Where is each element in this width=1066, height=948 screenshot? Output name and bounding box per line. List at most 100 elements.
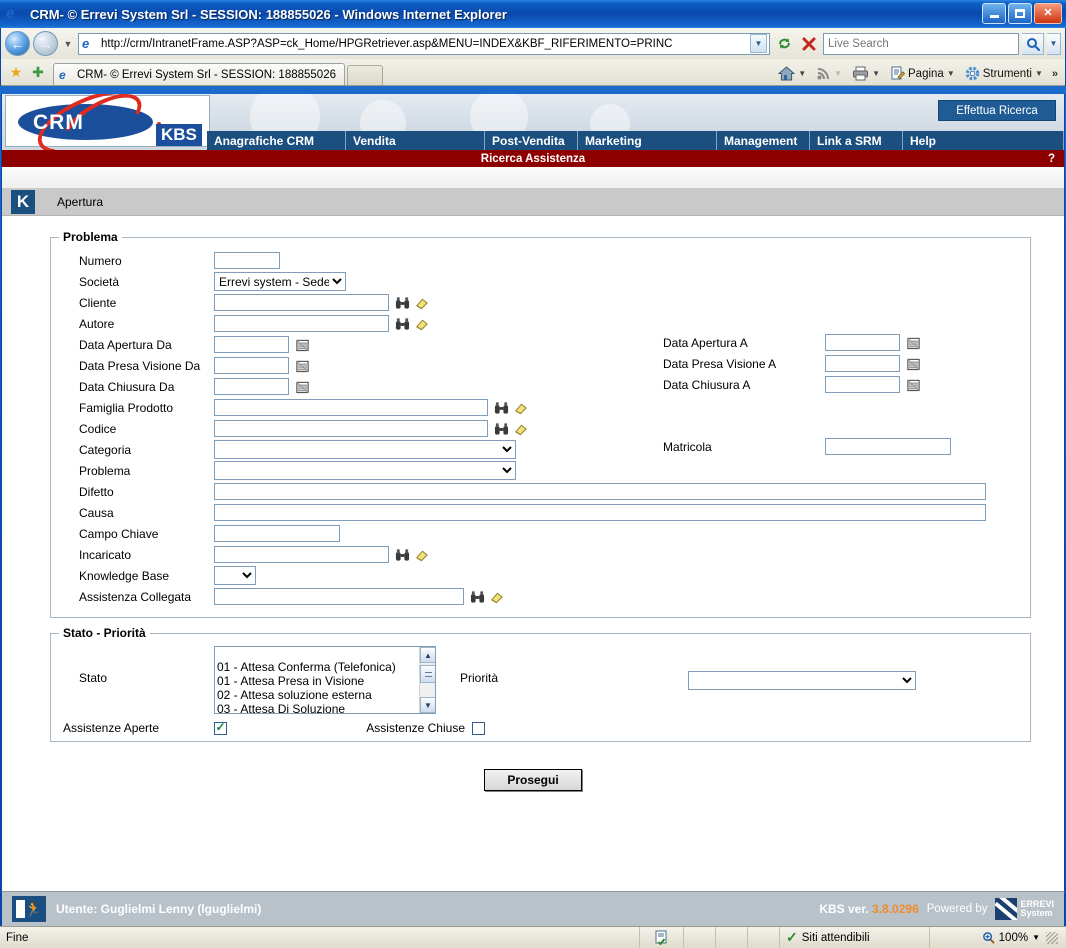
feeds-dropdown-icon[interactable]: ▼: [834, 69, 842, 78]
print-dropdown-icon[interactable]: ▼: [872, 69, 880, 78]
calendar-icon[interactable]: [295, 338, 310, 352]
select-categoria[interactable]: [214, 440, 516, 459]
listbox-option[interactable]: 01 - Attesa Presa in Visione: [215, 674, 435, 688]
back-button[interactable]: ←: [5, 31, 30, 56]
input-codice[interactable]: [214, 420, 488, 437]
add-favorite-icon[interactable]: ✚: [27, 61, 49, 83]
input-difetto[interactable]: [214, 483, 986, 500]
home-button[interactable]: ▼: [774, 64, 810, 83]
logout-icon[interactable]: 🏃: [12, 896, 46, 922]
prosegui-button[interactable]: Prosegui: [484, 769, 582, 791]
zoom-control[interactable]: 100% ▼: [974, 931, 1066, 944]
input-matricola[interactable]: [825, 438, 951, 455]
listbox-scrollbar[interactable]: ▲ ▼: [419, 647, 435, 713]
search-input[interactable]: [824, 37, 1018, 50]
eraser-icon[interactable]: [414, 317, 429, 331]
input-assistenza-collegata[interactable]: [214, 588, 464, 605]
feeds-button[interactable]: ▼: [812, 64, 846, 83]
address-dropdown-icon[interactable]: ▼: [750, 34, 767, 53]
tools-menu-dropdown-icon[interactable]: ▼: [1035, 69, 1043, 78]
browser-tab[interactable]: e CRM- © Errevi System Srl - SESSION: 18…: [53, 63, 345, 85]
page-icon: [891, 66, 905, 80]
security-zone[interactable]: ✓ Siti attendibili: [780, 927, 930, 948]
eraser-icon[interactable]: [513, 401, 528, 415]
calendar-icon[interactable]: [906, 336, 921, 350]
binoculars-icon[interactable]: [494, 401, 509, 415]
input-autore[interactable]: [214, 315, 389, 332]
menu-item-vendita[interactable]: Vendita: [346, 131, 485, 150]
search-box[interactable]: [823, 32, 1019, 55]
page-menu-dropdown-icon[interactable]: ▼: [947, 69, 955, 78]
tools-menu-button[interactable]: Strumenti ▼: [961, 64, 1047, 83]
minimize-button[interactable]: [982, 3, 1006, 24]
search-submit-button[interactable]: [1022, 32, 1044, 55]
select-problema[interactable]: [214, 461, 516, 480]
checkbox-assistenze-chiuse[interactable]: [472, 721, 485, 735]
maximize-button[interactable]: [1008, 3, 1032, 24]
resize-grip[interactable]: [1046, 931, 1058, 944]
search-options-dropdown-icon[interactable]: ▼: [1047, 32, 1061, 55]
refresh-button[interactable]: [773, 33, 795, 55]
menu-item-link-a-srm[interactable]: Link a SRM: [810, 131, 903, 150]
input-data-chiusura-a[interactable]: [825, 376, 900, 393]
input-numero[interactable]: [214, 252, 280, 269]
history-dropdown-icon[interactable]: ▼: [61, 39, 75, 49]
binoculars-icon[interactable]: [395, 548, 410, 562]
select-priorita[interactable]: [688, 671, 916, 690]
zoom-dropdown-icon[interactable]: ▼: [1032, 933, 1040, 942]
menu-item-marketing[interactable]: Marketing: [578, 131, 717, 150]
listbox-stato[interactable]: 01 - Attesa Conferma (Telefonica) 01 - A…: [214, 646, 436, 714]
binoculars-icon[interactable]: [494, 422, 509, 436]
binoculars-icon[interactable]: [395, 296, 410, 310]
input-cliente[interactable]: [214, 294, 389, 311]
eraser-icon[interactable]: [489, 590, 504, 604]
version-prefix: KBS ver.: [819, 902, 873, 916]
binoculars-icon[interactable]: [470, 590, 485, 604]
menu-item-post-vendita[interactable]: Post-Vendita: [485, 131, 578, 150]
eraser-icon[interactable]: [513, 422, 528, 436]
menu-item-management[interactable]: Management: [717, 131, 810, 150]
close-button[interactable]: ✕: [1034, 3, 1062, 24]
select-societa[interactable]: Errevi system - Sede: [214, 272, 346, 291]
help-icon[interactable]: ?: [1048, 153, 1055, 165]
stop-button[interactable]: [798, 33, 820, 55]
effettua-ricerca-button[interactable]: Effettua Ricerca: [938, 100, 1056, 121]
scroll-up-icon[interactable]: ▲: [420, 647, 435, 663]
page-menu-button[interactable]: Pagina ▼: [886, 64, 959, 83]
calendar-icon[interactable]: [906, 357, 921, 371]
menu-item-anagrafiche-crm[interactable]: Anagrafiche CRM: [207, 131, 346, 150]
input-incaricato[interactable]: [214, 546, 389, 563]
field-row-incaricato: Incaricato: [59, 544, 1022, 565]
home-dropdown-icon[interactable]: ▼: [798, 69, 806, 78]
menu-item-help[interactable]: Help: [903, 131, 1064, 150]
forward-button[interactable]: →: [33, 31, 58, 56]
listbox-option[interactable]: 01 - Attesa Conferma (Telefonica): [215, 660, 435, 674]
input-data-apertura-a[interactable]: [825, 334, 900, 351]
calendar-icon[interactable]: [906, 378, 921, 392]
favorites-center-icon[interactable]: ★: [5, 61, 27, 83]
calendar-icon[interactable]: [295, 380, 310, 394]
listbox-option[interactable]: 03 - Attesa Di Soluzione: [215, 702, 435, 713]
input-data-presa-visione-da[interactable]: [214, 357, 289, 374]
errevi-logo: ERREVI System: [995, 898, 1054, 920]
calendar-icon[interactable]: [295, 359, 310, 373]
input-campo-chiave[interactable]: [214, 525, 340, 542]
listbox-option[interactable]: 02 - Attesa soluzione esterna: [215, 688, 435, 702]
input-data-apertura-da[interactable]: [214, 336, 289, 353]
address-bar[interactable]: e http://crm/IntranetFrame.ASP?ASP=ck_Ho…: [78, 32, 770, 55]
label-priorita: Priorità: [460, 671, 499, 685]
input-data-presa-visione-a[interactable]: [825, 355, 900, 372]
scrollbar-thumb[interactable]: [420, 665, 435, 683]
checkbox-assistenze-aperte[interactable]: ✓: [214, 721, 227, 735]
toolbar-overflow-icon[interactable]: »: [1049, 68, 1061, 80]
eraser-icon[interactable]: [414, 548, 429, 562]
input-famiglia-prodotto[interactable]: [214, 399, 488, 416]
eraser-icon[interactable]: [414, 296, 429, 310]
select-knowledge-base[interactable]: [214, 566, 256, 585]
binoculars-icon[interactable]: [395, 317, 410, 331]
new-tab-button[interactable]: [347, 65, 383, 85]
scroll-down-icon[interactable]: ▼: [420, 697, 435, 713]
input-causa[interactable]: [214, 504, 986, 521]
input-data-chiusura-da[interactable]: [214, 378, 289, 395]
print-button[interactable]: ▼: [848, 64, 884, 83]
